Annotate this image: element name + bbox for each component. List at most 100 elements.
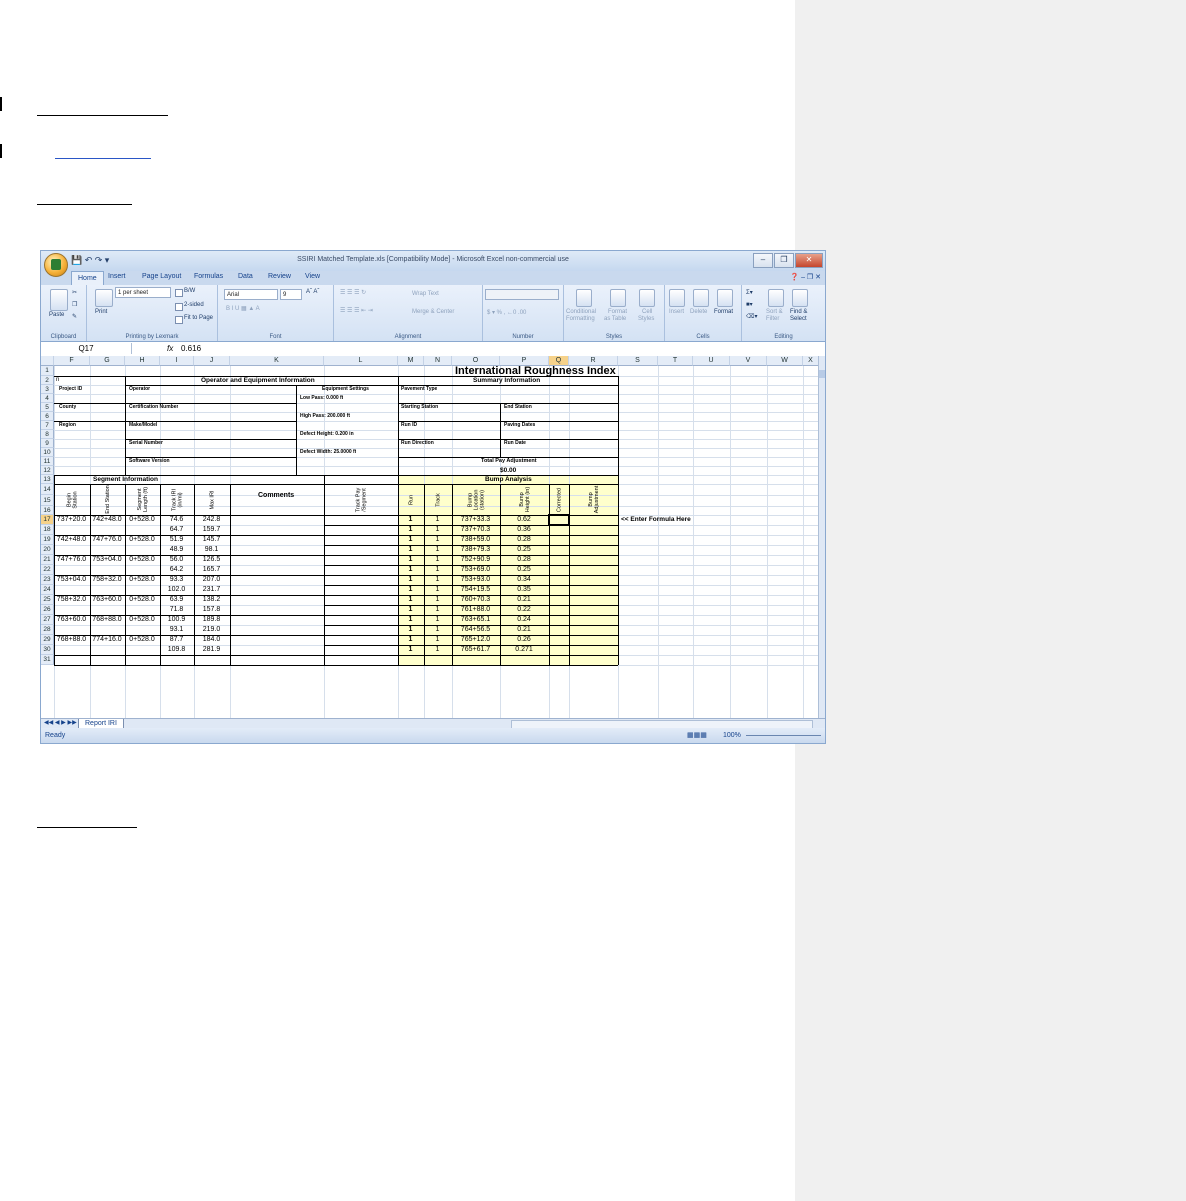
track-iri-cell[interactable]: 109.8: [161, 646, 192, 653]
column-header-k[interactable]: K: [230, 356, 324, 366]
column-header-w[interactable]: W: [767, 356, 803, 366]
format-table-icon[interactable]: [610, 289, 626, 307]
row-header-13[interactable]: 13: [41, 475, 54, 484]
max-iri-cell[interactable]: 231.7: [195, 586, 228, 593]
run-cell[interactable]: 1: [399, 576, 422, 583]
help-icon[interactable]: ❓ – ❐ ✕: [790, 273, 821, 281]
formula-input[interactable]: 0.616: [181, 342, 201, 355]
bold-italic-underline-icon[interactable]: B I U ▦ ▲ A: [226, 305, 260, 312]
bump-location-cell[interactable]: 738+59.0: [453, 536, 498, 543]
row-header-17[interactable]: 17: [41, 515, 54, 525]
bump-height-cell[interactable]: 0.21: [501, 626, 547, 633]
run-cell[interactable]: 1: [399, 586, 422, 593]
track-cell[interactable]: 1: [425, 586, 450, 593]
delete-cells-icon[interactable]: [693, 289, 709, 307]
doc-link-rule[interactable]: [55, 158, 151, 159]
format-painter-icon[interactable]: ✎: [72, 313, 77, 320]
row-header-31[interactable]: 31: [41, 655, 54, 665]
begin-station-cell[interactable]: 737+20.0: [55, 516, 88, 523]
bump-location-cell[interactable]: 738+79.3: [453, 546, 498, 553]
row-header-30[interactable]: 30: [41, 645, 54, 655]
scroll-thumb[interactable]: [819, 370, 825, 378]
row-header-26[interactable]: 26: [41, 605, 54, 615]
max-iri-cell[interactable]: 138.2: [195, 596, 228, 603]
paste-button[interactable]: Paste: [49, 312, 64, 318]
align-left-icon[interactable]: ☰ ☰ ☰ ⇤ ⇥: [340, 307, 373, 314]
view-buttons-icon[interactable]: ▦▦▦: [687, 731, 707, 739]
track-cell[interactable]: 1: [425, 536, 450, 543]
per-sheet-select[interactable]: 1 per sheet: [115, 287, 171, 298]
max-iri-cell[interactable]: 159.7: [195, 526, 228, 533]
max-iri-cell[interactable]: 157.8: [195, 606, 228, 613]
tab-data[interactable]: Data: [238, 273, 253, 280]
fx-icon[interactable]: fx: [167, 342, 173, 355]
bump-location-cell[interactable]: 753+93.0: [453, 576, 498, 583]
bump-location-cell[interactable]: 753+69.0: [453, 566, 498, 573]
bump-location-cell[interactable]: 763+65.1: [453, 616, 498, 623]
max-iri-cell[interactable]: 98.1: [195, 546, 228, 553]
fit-checkbox[interactable]: [175, 316, 183, 324]
bump-height-cell[interactable]: 0.28: [501, 536, 547, 543]
track-cell[interactable]: 1: [425, 556, 450, 563]
run-cell[interactable]: 1: [399, 606, 422, 613]
bump-location-cell[interactable]: 761+88.0: [453, 606, 498, 613]
column-header-n[interactable]: N: [424, 356, 452, 366]
track-cell[interactable]: 1: [425, 596, 450, 603]
two-sided-checkbox[interactable]: [175, 303, 183, 311]
column-header-v[interactable]: V: [730, 356, 767, 366]
bw-checkbox[interactable]: [175, 289, 183, 297]
track-cell[interactable]: 1: [425, 646, 450, 653]
currency-icon[interactable]: $ ▾ % , ←0 .00: [487, 309, 526, 316]
bump-location-cell[interactable]: 737+70.3: [453, 526, 498, 533]
row-header-24[interactable]: 24: [41, 585, 54, 595]
quick-access-toolbar[interactable]: 💾 ↶ ↷ ▾: [71, 255, 109, 266]
wrap-text-button[interactable]: Wrap Text: [412, 291, 439, 297]
insert-button[interactable]: Insert: [669, 309, 684, 315]
end-station-cell[interactable]: 774+16.0: [91, 636, 123, 643]
row-header-14[interactable]: 14: [41, 484, 54, 495]
segment-length-cell[interactable]: 0+528.0: [126, 536, 158, 543]
end-station-cell[interactable]: 753+04.0: [91, 556, 123, 563]
begin-station-cell[interactable]: 742+48.0: [55, 536, 88, 543]
row-header-22[interactable]: 22: [41, 565, 54, 575]
row-header-1[interactable]: 1: [41, 366, 54, 376]
row-header-3[interactable]: 3: [41, 385, 54, 394]
segment-length-cell[interactable]: 0+528.0: [126, 636, 158, 643]
restore-icon[interactable]: ❐: [774, 253, 794, 268]
sheet-nav-icon[interactable]: ◀◀ ◀ ▶ ▶▶: [44, 719, 77, 726]
cell-styles-button-line2[interactable]: Styles: [638, 316, 654, 322]
sort-filter-icon[interactable]: [768, 289, 784, 307]
row-header-27[interactable]: 27: [41, 615, 54, 625]
row-header-18[interactable]: 18: [41, 525, 54, 535]
cut-icon[interactable]: ✂: [72, 289, 77, 296]
format-button[interactable]: Format: [714, 309, 733, 315]
bump-height-cell[interactable]: 0.24: [501, 616, 547, 623]
begin-station-cell[interactable]: 747+76.0: [55, 556, 88, 563]
track-iri-cell[interactable]: 87.7: [161, 636, 192, 643]
row-header-6[interactable]: 6: [41, 412, 54, 421]
max-iri-cell[interactable]: 207.0: [195, 576, 228, 583]
row-header-16[interactable]: 16: [41, 506, 54, 515]
bump-location-cell[interactable]: 760+70.3: [453, 596, 498, 603]
track-iri-cell[interactable]: 93.1: [161, 626, 192, 633]
bump-height-cell[interactable]: 0.22: [501, 606, 547, 613]
track-iri-cell[interactable]: 93.3: [161, 576, 192, 583]
tab-formulas[interactable]: Formulas: [194, 273, 223, 280]
conditional-formatting-button-line2[interactable]: Formatting: [566, 316, 595, 322]
conditional-formatting-icon[interactable]: [576, 289, 592, 307]
row-header-10[interactable]: 10: [41, 448, 54, 457]
track-iri-cell[interactable]: 64.7: [161, 526, 192, 533]
select-all-corner[interactable]: [41, 356, 54, 366]
print-button[interactable]: Print: [95, 309, 107, 315]
track-iri-cell[interactable]: 56.0: [161, 556, 192, 563]
find-select-button[interactable]: Find &: [790, 309, 807, 315]
tab-review[interactable]: Review: [268, 273, 291, 280]
copy-icon[interactable]: ❐: [72, 301, 77, 308]
max-iri-cell[interactable]: 126.5: [195, 556, 228, 563]
bump-height-cell[interactable]: 0.34: [501, 576, 547, 583]
row-header-4[interactable]: 4: [41, 394, 54, 403]
name-box[interactable]: Q17: [41, 343, 132, 354]
conditional-formatting-button[interactable]: Conditional: [566, 309, 596, 315]
font-name-select[interactable]: Arial: [224, 289, 278, 300]
row-header-2[interactable]: 2: [41, 376, 54, 385]
